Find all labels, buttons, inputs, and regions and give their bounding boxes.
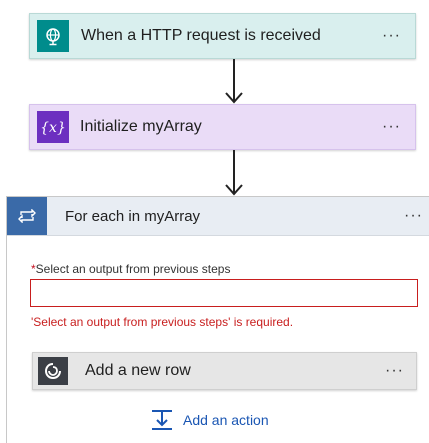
add-action-label: Add an action <box>183 412 269 428</box>
initialize-variable-card[interactable]: {x} Initialize myArray ··· <box>29 104 416 150</box>
output-field-label-text: Select an output from previous steps <box>35 262 231 276</box>
foreach-menu-button[interactable]: ··· <box>404 207 423 225</box>
dataverse-icon <box>38 357 68 385</box>
http-trigger-title: When a HTTP request is received <box>81 27 321 44</box>
loop-icon <box>7 197 47 235</box>
globe-icon <box>37 20 69 52</box>
output-select-input[interactable] <box>30 279 418 307</box>
foreach-container: For each in myArray ··· *Select an outpu… <box>6 196 429 443</box>
connector-arrow <box>225 59 243 104</box>
add-row-card[interactable]: Add a new row ··· <box>32 352 417 390</box>
add-row-menu-button[interactable]: ··· <box>385 362 404 380</box>
output-field-label: *Select an output from previous steps <box>31 262 230 276</box>
initialize-variable-title: Initialize myArray <box>80 118 202 135</box>
initialize-variable-menu-button[interactable]: ··· <box>382 118 401 136</box>
add-action-button[interactable]: Add an action <box>149 409 269 431</box>
connector-arrow <box>225 150 243 196</box>
variable-icon: {x} <box>37 111 69 143</box>
foreach-header[interactable]: For each in myArray ··· <box>7 197 429 236</box>
http-trigger-menu-button[interactable]: ··· <box>382 27 401 45</box>
foreach-title: For each in myArray <box>65 207 201 225</box>
add-row-title: Add a new row <box>85 362 191 379</box>
svg-text:{x}: {x} <box>41 120 65 136</box>
http-trigger-card[interactable]: When a HTTP request is received ··· <box>29 13 416 59</box>
add-action-icon <box>152 410 172 430</box>
output-field-error: 'Select an output from previous steps' i… <box>31 315 294 329</box>
